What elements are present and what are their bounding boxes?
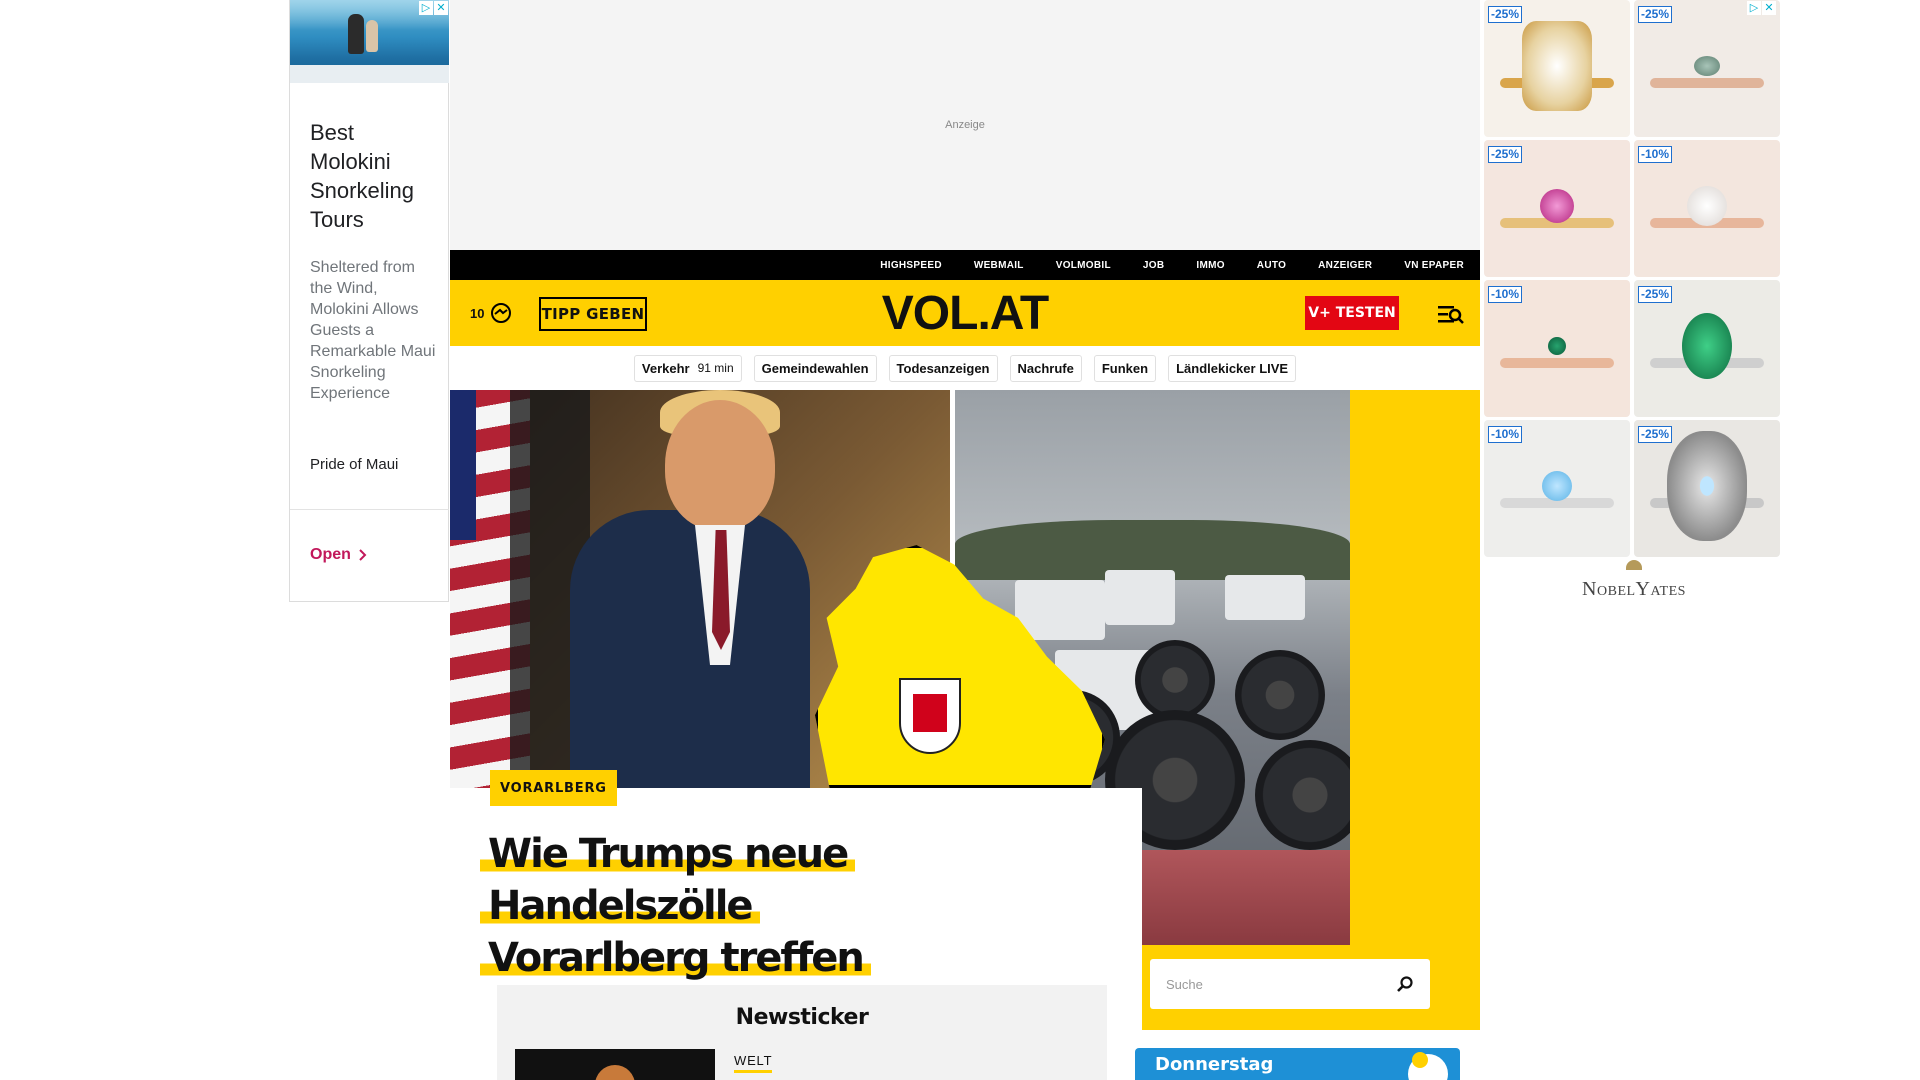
newsticker-heading: Newsticker <box>735 1005 869 1030</box>
category-tag[interactable]: VORARLBERG <box>490 770 617 806</box>
ad-advertiser: Pride of Maui <box>310 456 399 473</box>
top-ad-slot: Anzeige <box>450 0 1480 250</box>
ring-stone <box>1540 188 1574 223</box>
right-ad[interactable]: -25% -25% -25% -10% -10% -25% -10% -25% … <box>1484 0 1784 600</box>
discount-badge: -10% <box>1488 286 1523 303</box>
sun-icon <box>1412 1052 1428 1068</box>
service-link-webmail[interactable]: WEBMAIL <box>974 260 1024 271</box>
truck <box>1225 575 1305 620</box>
ad-open-label: Open <box>310 546 351 563</box>
ring-stone <box>1694 55 1720 76</box>
figure-head <box>665 400 775 530</box>
service-link-highspeed[interactable]: HIGHSPEED <box>880 260 942 271</box>
ad-headline[interactable]: Best Molokini Snorkeling Tours <box>310 118 440 234</box>
search-box <box>1150 959 1430 1009</box>
hero-title-line: Wie Trumps neue Handelszölle <box>480 831 856 929</box>
discount-badge: -10% <box>1488 426 1523 443</box>
left-ad[interactable]: ▷ ✕ Best Molokini Snorkeling Tours Shelt… <box>289 0 449 602</box>
truck <box>1105 570 1175 625</box>
service-link-anzeiger[interactable]: ANZEIGER <box>1318 260 1372 271</box>
quicknav-laendlekicker-live[interactable]: Ländlekicker LIVE <box>1168 354 1297 382</box>
service-link-job[interactable]: JOB <box>1143 260 1164 271</box>
service-link-vn-epaper[interactable]: VN EPAPER <box>1404 260 1464 271</box>
figure-suit <box>570 510 810 788</box>
brand-logo-icon <box>1626 560 1642 570</box>
ring-stone <box>1687 185 1727 226</box>
product-tile[interactable]: -25% <box>1634 280 1780 417</box>
ad-image[interactable]: ▷ ✕ <box>290 0 449 83</box>
discount-badge: -10% <box>1638 146 1673 163</box>
ring-stone <box>1682 312 1732 379</box>
newsticker-category[interactable]: WELT <box>734 1053 773 1073</box>
newsticker-thumbnail[interactable] <box>515 1049 715 1080</box>
ad-image-person <box>348 14 364 54</box>
quicknav-verkehr[interactable]: Verkehr 91 min <box>633 354 742 382</box>
ad-description: Sheltered from the Wind, Molokini Allows… <box>310 259 436 402</box>
vplus-testen-button[interactable]: V+ TESTEN <box>1305 296 1399 330</box>
chevron-right-icon <box>359 549 367 561</box>
quicknav-nachrufe[interactable]: Nachrufe <box>1009 354 1082 382</box>
quick-nav: Verkehr 91 min Gemeindewahlen Todesanzei… <box>450 346 1480 390</box>
hero-title[interactable]: Wie Trumps neue Handelszölle Vorarlberg … <box>480 828 1120 984</box>
ad-open-button[interactable]: Open <box>310 546 367 564</box>
ring-stone <box>1667 430 1747 541</box>
product-tile[interactable]: -10% <box>1484 420 1630 557</box>
flag-canton <box>450 390 476 540</box>
quicknav-todesanzeigen[interactable]: Todesanzeigen <box>888 354 998 382</box>
close-icon[interactable]: ✕ <box>1762 1 1776 15</box>
newsticker: Newsticker WELT <box>497 985 1107 1080</box>
ring-stone <box>1542 470 1572 501</box>
adchoices-icon[interactable]: ▷ <box>419 1 433 15</box>
ad-image-boat <box>290 65 449 83</box>
discount-badge: -25% <box>1638 426 1673 443</box>
weather-day: Donnerstag <box>1155 1054 1274 1075</box>
ring-stone <box>1522 20 1592 111</box>
hero-accent <box>1350 390 1480 1030</box>
product-tile[interactable]: -25% <box>1634 420 1780 557</box>
ad-label: Anzeige <box>945 119 985 131</box>
service-link-auto[interactable]: AUTO <box>1257 260 1286 271</box>
search-input[interactable] <box>1166 976 1396 992</box>
discount-badge: -25% <box>1638 6 1673 23</box>
vorarlberg-crest-icon <box>899 678 961 754</box>
product-tile[interactable]: -25% <box>1484 0 1630 137</box>
adchoices: ▷ ✕ <box>1747 1 1776 15</box>
quicknav-gemeindewahlen[interactable]: Gemeindewahlen <box>753 354 877 382</box>
product-tile[interactable]: -10% <box>1634 140 1780 277</box>
product-tile[interactable]: -25% <box>1484 140 1630 277</box>
search-icon[interactable] <box>1396 975 1414 993</box>
quicknav-label: Verkehr <box>641 360 690 376</box>
service-link-immo[interactable]: IMMO <box>1196 260 1224 271</box>
discount-badge: -25% <box>1488 146 1523 163</box>
steel-coil <box>1235 650 1325 740</box>
hero-title-line: Vorarlberg treffen <box>480 935 871 981</box>
service-bar: HIGHSPEED WEBMAIL VOLMOBIL JOB IMMO AUTO… <box>450 250 1480 280</box>
ad-divider <box>290 509 449 510</box>
site-header: 10 TIPP GEBEN VOL.AT V+ TESTEN <box>450 280 1480 346</box>
ring-stone <box>1548 336 1566 355</box>
ad-image-child <box>366 20 378 52</box>
discount-badge: -25% <box>1488 6 1523 23</box>
adchoices: ▷ ✕ <box>419 1 448 15</box>
truck <box>1015 580 1105 640</box>
hero-article[interactable]: VORARLBERG Wie Trumps neue Handelszölle … <box>450 390 1480 1030</box>
product-tile[interactable]: -25% <box>1634 0 1780 137</box>
adchoices-icon[interactable]: ▷ <box>1747 1 1761 15</box>
quicknav-funken[interactable]: Funken <box>1093 354 1157 382</box>
ad-brand[interactable]: NobelYates <box>1484 578 1784 601</box>
menu-search-icon[interactable] <box>1438 304 1464 324</box>
discount-badge: -25% <box>1638 286 1673 303</box>
ring-band <box>1500 358 1614 368</box>
service-link-volmobil[interactable]: VOLMOBIL <box>1056 260 1111 271</box>
steel-coil <box>1135 640 1215 720</box>
steel-coil <box>1255 740 1350 850</box>
ring-band <box>1650 78 1764 88</box>
weather-card[interactable]: Donnerstag <box>1135 1048 1460 1080</box>
close-icon[interactable]: ✕ <box>434 1 448 15</box>
product-tile[interactable]: -10% <box>1484 280 1630 417</box>
product-grid: -25% -25% -25% -10% -10% -25% -10% -25% <box>1484 0 1784 558</box>
traffic-delay: 91 min <box>697 361 734 375</box>
